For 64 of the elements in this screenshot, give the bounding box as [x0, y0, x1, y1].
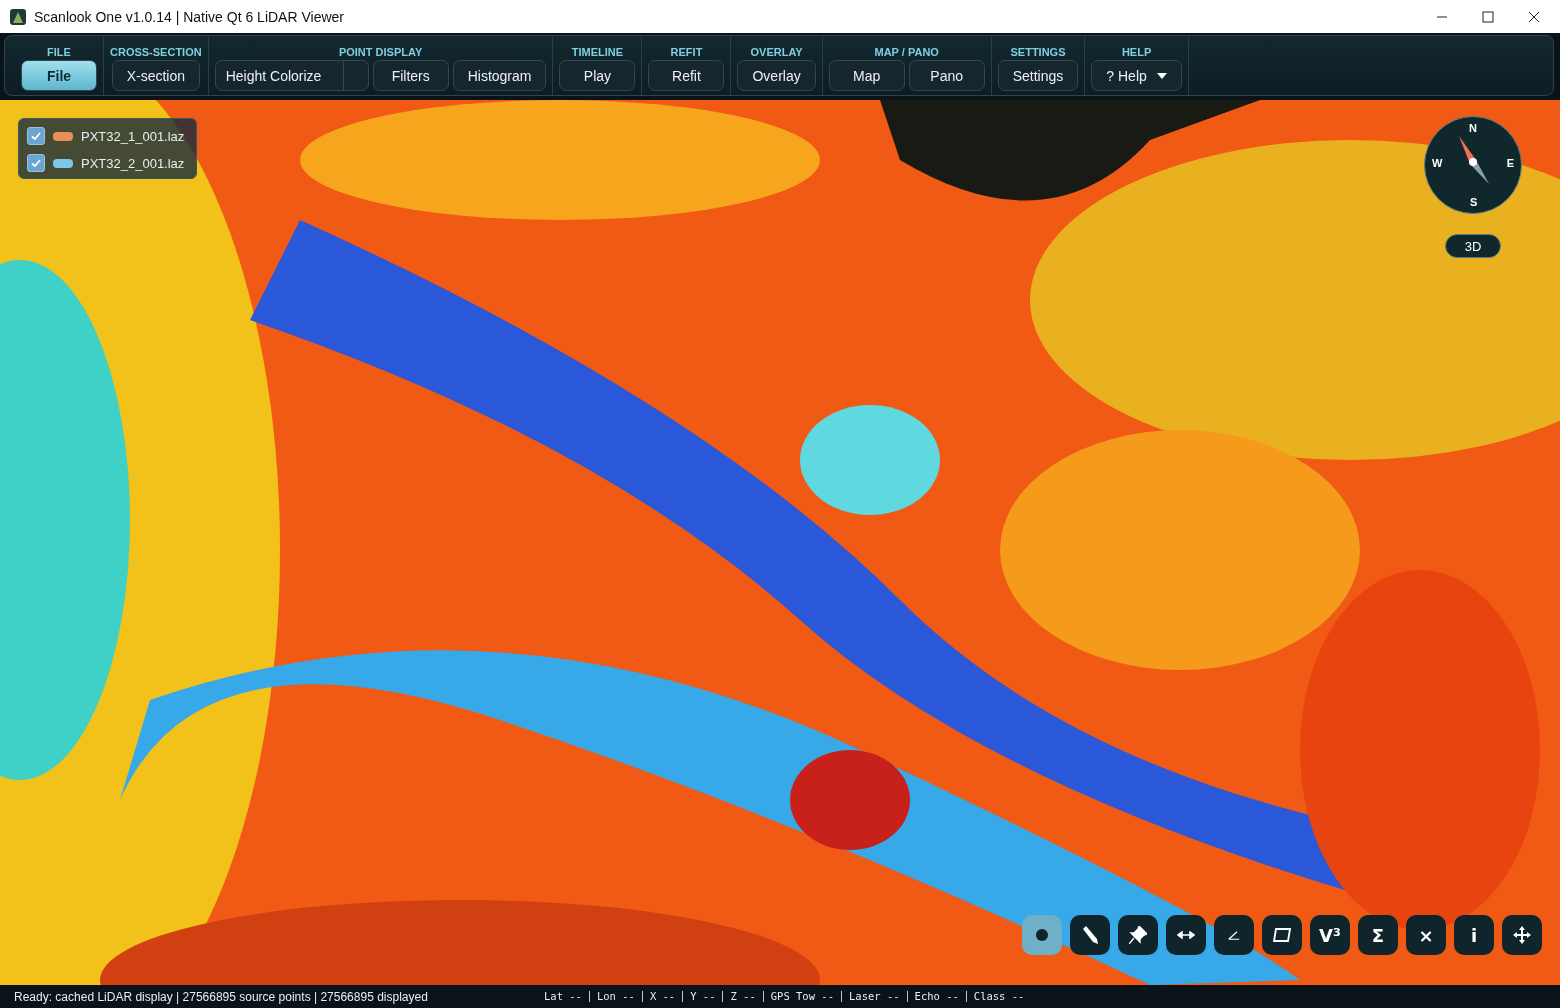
caret-icon: [1156, 72, 1167, 79]
toolbar-button[interactable]: Pano: [908, 60, 985, 91]
tool-button[interactable]: [1502, 915, 1542, 955]
colorize-dropdown[interactable]: Height Colorize: [214, 60, 369, 91]
toolbar-button[interactable]: Settings: [997, 60, 1079, 91]
toolbar-button[interactable]: File: [21, 60, 97, 91]
check-mark-icon: [31, 132, 41, 140]
group-label: REFIT: [670, 46, 703, 58]
layer-name: PXT32_2_001.laz: [81, 155, 185, 171]
status-field: Laser --: [841, 991, 907, 1002]
tool-button[interactable]: [1118, 915, 1158, 955]
tool-button[interactable]: Σ: [1358, 915, 1398, 955]
status-field: Lon --: [588, 991, 642, 1002]
toolbar-button[interactable]: Filters: [372, 60, 449, 91]
group-label: MAP / PANO: [874, 46, 939, 58]
toolbar-button[interactable]: Play: [559, 60, 636, 91]
toolbar-button[interactable]: Refit: [648, 60, 725, 91]
status-field: Echo --: [906, 991, 966, 1002]
maximize-icon[interactable]: [1482, 10, 1494, 23]
group-label: FILE: [47, 46, 71, 58]
window-title: Scanlook One v1.0.14 | Native Qt 6 LiDAR Viewer: [34, 8, 344, 25]
record-icon: [1036, 929, 1048, 941]
status-field: Lat --: [537, 991, 589, 1002]
status-field: Z --: [722, 991, 763, 1002]
tool-button[interactable]: [1070, 915, 1110, 955]
toolbar-button[interactable]: Map: [828, 60, 905, 91]
tool-button[interactable]: [1262, 915, 1302, 955]
move-arrows-icon: [1513, 926, 1531, 944]
tool-button[interactable]: V³: [1310, 915, 1350, 955]
toolbar-button[interactable]: Histogram: [452, 60, 547, 91]
group-label: SETTINGS: [1010, 46, 1066, 58]
layer-name: PXT32_1_001.laz: [81, 128, 185, 144]
close-icon[interactable]: [1528, 10, 1540, 23]
group-label: TIMELINE: [571, 46, 624, 58]
tool-button[interactable]: [1214, 915, 1254, 955]
3d-view-button[interactable]: 3D: [1445, 234, 1501, 258]
status-field: GPS Tow --: [762, 991, 841, 1002]
tool-button[interactable]: ×: [1406, 915, 1446, 955]
toolbar-button[interactable]: Overlay: [737, 60, 816, 91]
group-label: POINT DISPLAY: [338, 46, 423, 58]
tool-button[interactable]: [1022, 915, 1062, 955]
help-menu-button[interactable]: ? Help: [1091, 60, 1182, 91]
double-arrow-icon: [1177, 931, 1195, 939]
layer-checkbox[interactable]: [27, 154, 45, 172]
compass-letter: E: [1506, 157, 1514, 169]
pin-icon: [1129, 926, 1147, 944]
group-label: OVERLAY: [750, 46, 803, 58]
compass-letter: W: [1432, 157, 1443, 169]
tool-button[interactable]: [1166, 915, 1206, 955]
status-message: Ready: cached LiDAR display | 27566895 source points | 27566895 displayed: [14, 989, 429, 1004]
check-mark-icon: [31, 159, 41, 167]
status-field: Class --: [965, 991, 1032, 1002]
status-field: X --: [641, 991, 683, 1002]
compass-letter: S: [1470, 196, 1478, 208]
group-label: CROSS-SECTION: [110, 46, 202, 58]
layer-checkbox[interactable]: [27, 127, 45, 145]
tool-button[interactable]: i: [1454, 915, 1494, 955]
compass-letter: N: [1469, 122, 1477, 134]
group-label: HELP: [1121, 46, 1152, 58]
app-logo-icon: [10, 8, 26, 25]
angle-icon: [1228, 930, 1240, 940]
toolbar-button[interactable]: X-section: [111, 60, 200, 91]
status-field: Y --: [682, 991, 723, 1002]
pencil-icon: [1081, 926, 1099, 944]
